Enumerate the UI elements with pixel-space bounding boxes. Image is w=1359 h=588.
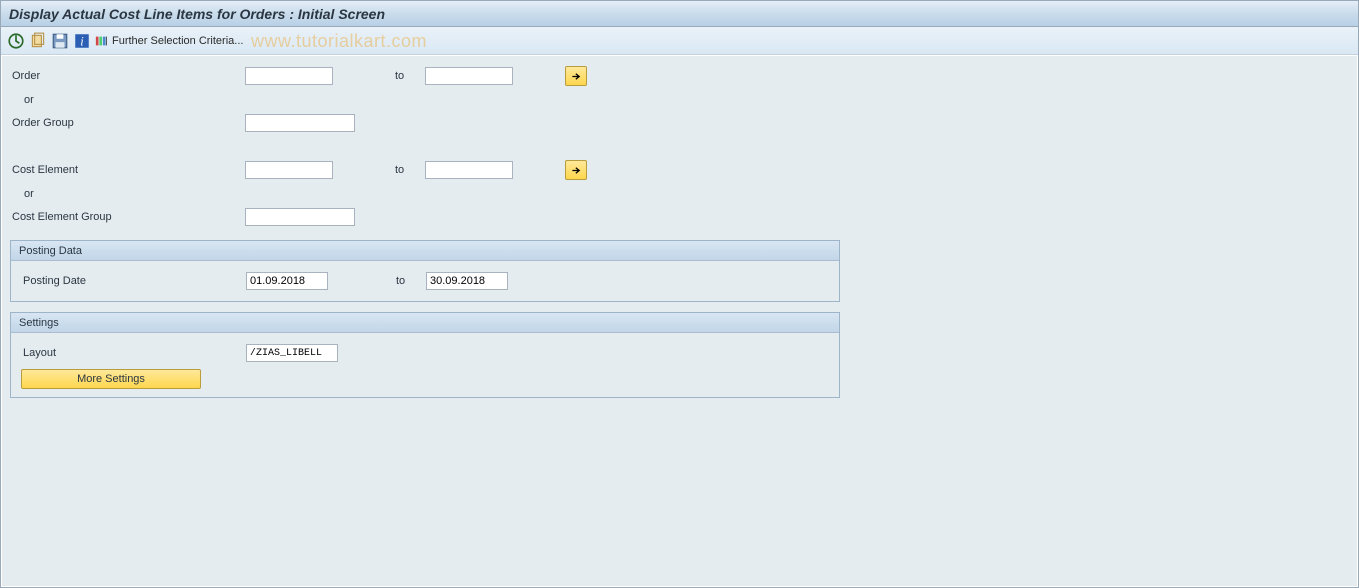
cost-element-grid: Cost Element to or Cost Element Group	[10, 160, 1349, 226]
or-label-2: or	[10, 188, 245, 200]
content-area: Order to or Order Group Cost Element	[2, 56, 1357, 586]
posting-data-header: Posting Data	[11, 241, 839, 261]
save-variant-icon[interactable]	[51, 32, 69, 50]
svg-text:i: i	[80, 34, 84, 48]
posting-date-label: Posting Date	[21, 275, 246, 287]
cost-element-multiple-button[interactable]	[565, 160, 587, 180]
order-from-input[interactable]	[245, 67, 333, 85]
to-label-order: to	[395, 70, 425, 82]
posting-date-to-input[interactable]	[426, 272, 508, 290]
cost-element-to-input[interactable]	[425, 161, 513, 179]
order-group-input[interactable]	[245, 114, 355, 132]
more-settings-button[interactable]: More Settings	[21, 369, 201, 389]
selection-grid: Order to or Order Group	[10, 66, 1349, 132]
posting-date-from-input[interactable]	[246, 272, 328, 290]
cost-element-label: Cost Element	[10, 164, 245, 176]
info-icon[interactable]: i	[73, 32, 91, 50]
settings-group: Settings Layout More Settings	[10, 312, 840, 398]
cost-element-from-input[interactable]	[245, 161, 333, 179]
order-label: Order	[10, 70, 245, 82]
order-group-label: Order Group	[10, 117, 245, 129]
further-selection-button[interactable]: Further Selection Criteria...	[95, 34, 243, 48]
get-variant-icon[interactable]	[29, 32, 47, 50]
toolbar: i Further Selection Criteria...	[1, 27, 1358, 55]
page-title: Display Actual Cost Line Items for Order…	[9, 6, 385, 22]
execute-icon[interactable]	[7, 32, 25, 50]
to-label-post: to	[396, 275, 426, 287]
further-selection-label: Further Selection Criteria...	[112, 35, 243, 47]
settings-header: Settings	[11, 313, 839, 333]
cost-element-group-label: Cost Element Group	[10, 211, 245, 223]
order-to-input[interactable]	[425, 67, 513, 85]
or-label-1: or	[10, 94, 245, 106]
order-multiple-button[interactable]	[565, 66, 587, 86]
to-label-cost: to	[395, 164, 425, 176]
title-bar: Display Actual Cost Line Items for Order…	[1, 1, 1358, 27]
cost-element-group-input[interactable]	[245, 208, 355, 226]
posting-data-group: Posting Data Posting Date to	[10, 240, 840, 302]
layout-input[interactable]	[246, 344, 338, 362]
layout-label: Layout	[21, 347, 246, 359]
